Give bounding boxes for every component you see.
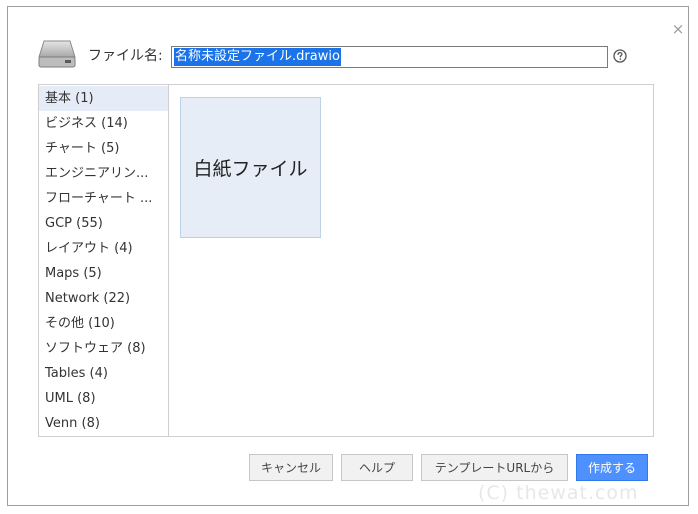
filename-label: ファイル名: xyxy=(88,48,163,64)
category-item[interactable]: 基本 (1) xyxy=(39,86,168,111)
category-item[interactable]: Venn (8) xyxy=(39,411,168,436)
category-item[interactable]: GCP (55) xyxy=(39,211,168,236)
category-item[interactable]: レイアウト (4) xyxy=(39,236,168,261)
template-blank-file[interactable]: 白紙ファイル xyxy=(180,97,321,238)
close-icon[interactable]: × xyxy=(671,21,685,37)
question-circle-icon[interactable] xyxy=(613,49,627,63)
template-panel: 基本 (1) ビジネス (14) チャート (5) エンジニアリン... フローチャート… xyxy=(38,84,654,437)
template-label: 白紙ファイル xyxy=(193,158,308,180)
create-button[interactable]: 作成する xyxy=(576,454,648,481)
help-button[interactable]: ヘルプ xyxy=(341,454,413,481)
category-item[interactable]: UML (8) xyxy=(39,386,168,411)
category-item[interactable]: ソフトウェア (8) xyxy=(39,336,168,361)
filename-input[interactable]: 名称未設定ファイル.drawio xyxy=(171,46,608,68)
category-item[interactable]: チャート (5) xyxy=(39,136,168,161)
category-item[interactable]: エンジニアリン... xyxy=(39,161,168,186)
category-item[interactable]: フローチャート ... xyxy=(39,186,168,211)
category-item[interactable]: Tables (4) xyxy=(39,361,168,386)
category-item[interactable]: Network (22) xyxy=(39,286,168,311)
category-item[interactable]: Maps (5) xyxy=(39,261,168,286)
category-list: 基本 (1) ビジネス (14) チャート (5) エンジニアリン... フローチャート… xyxy=(39,85,168,436)
category-item[interactable]: その他 (10) xyxy=(39,311,168,336)
filename-text: 名称未設定ファイル.drawio xyxy=(174,48,341,66)
category-item[interactable]: ビジネス (14) xyxy=(39,111,168,136)
watermark: (C) thewat.com xyxy=(478,482,639,504)
hard-drive-icon xyxy=(38,40,76,68)
template-url-button[interactable]: テンプレートURLから xyxy=(421,454,568,481)
cancel-button[interactable]: キャンセル xyxy=(249,454,333,481)
category-sidebar: 基本 (1) ビジネス (14) チャート (5) エンジニアリン... フローチャート… xyxy=(39,85,169,436)
